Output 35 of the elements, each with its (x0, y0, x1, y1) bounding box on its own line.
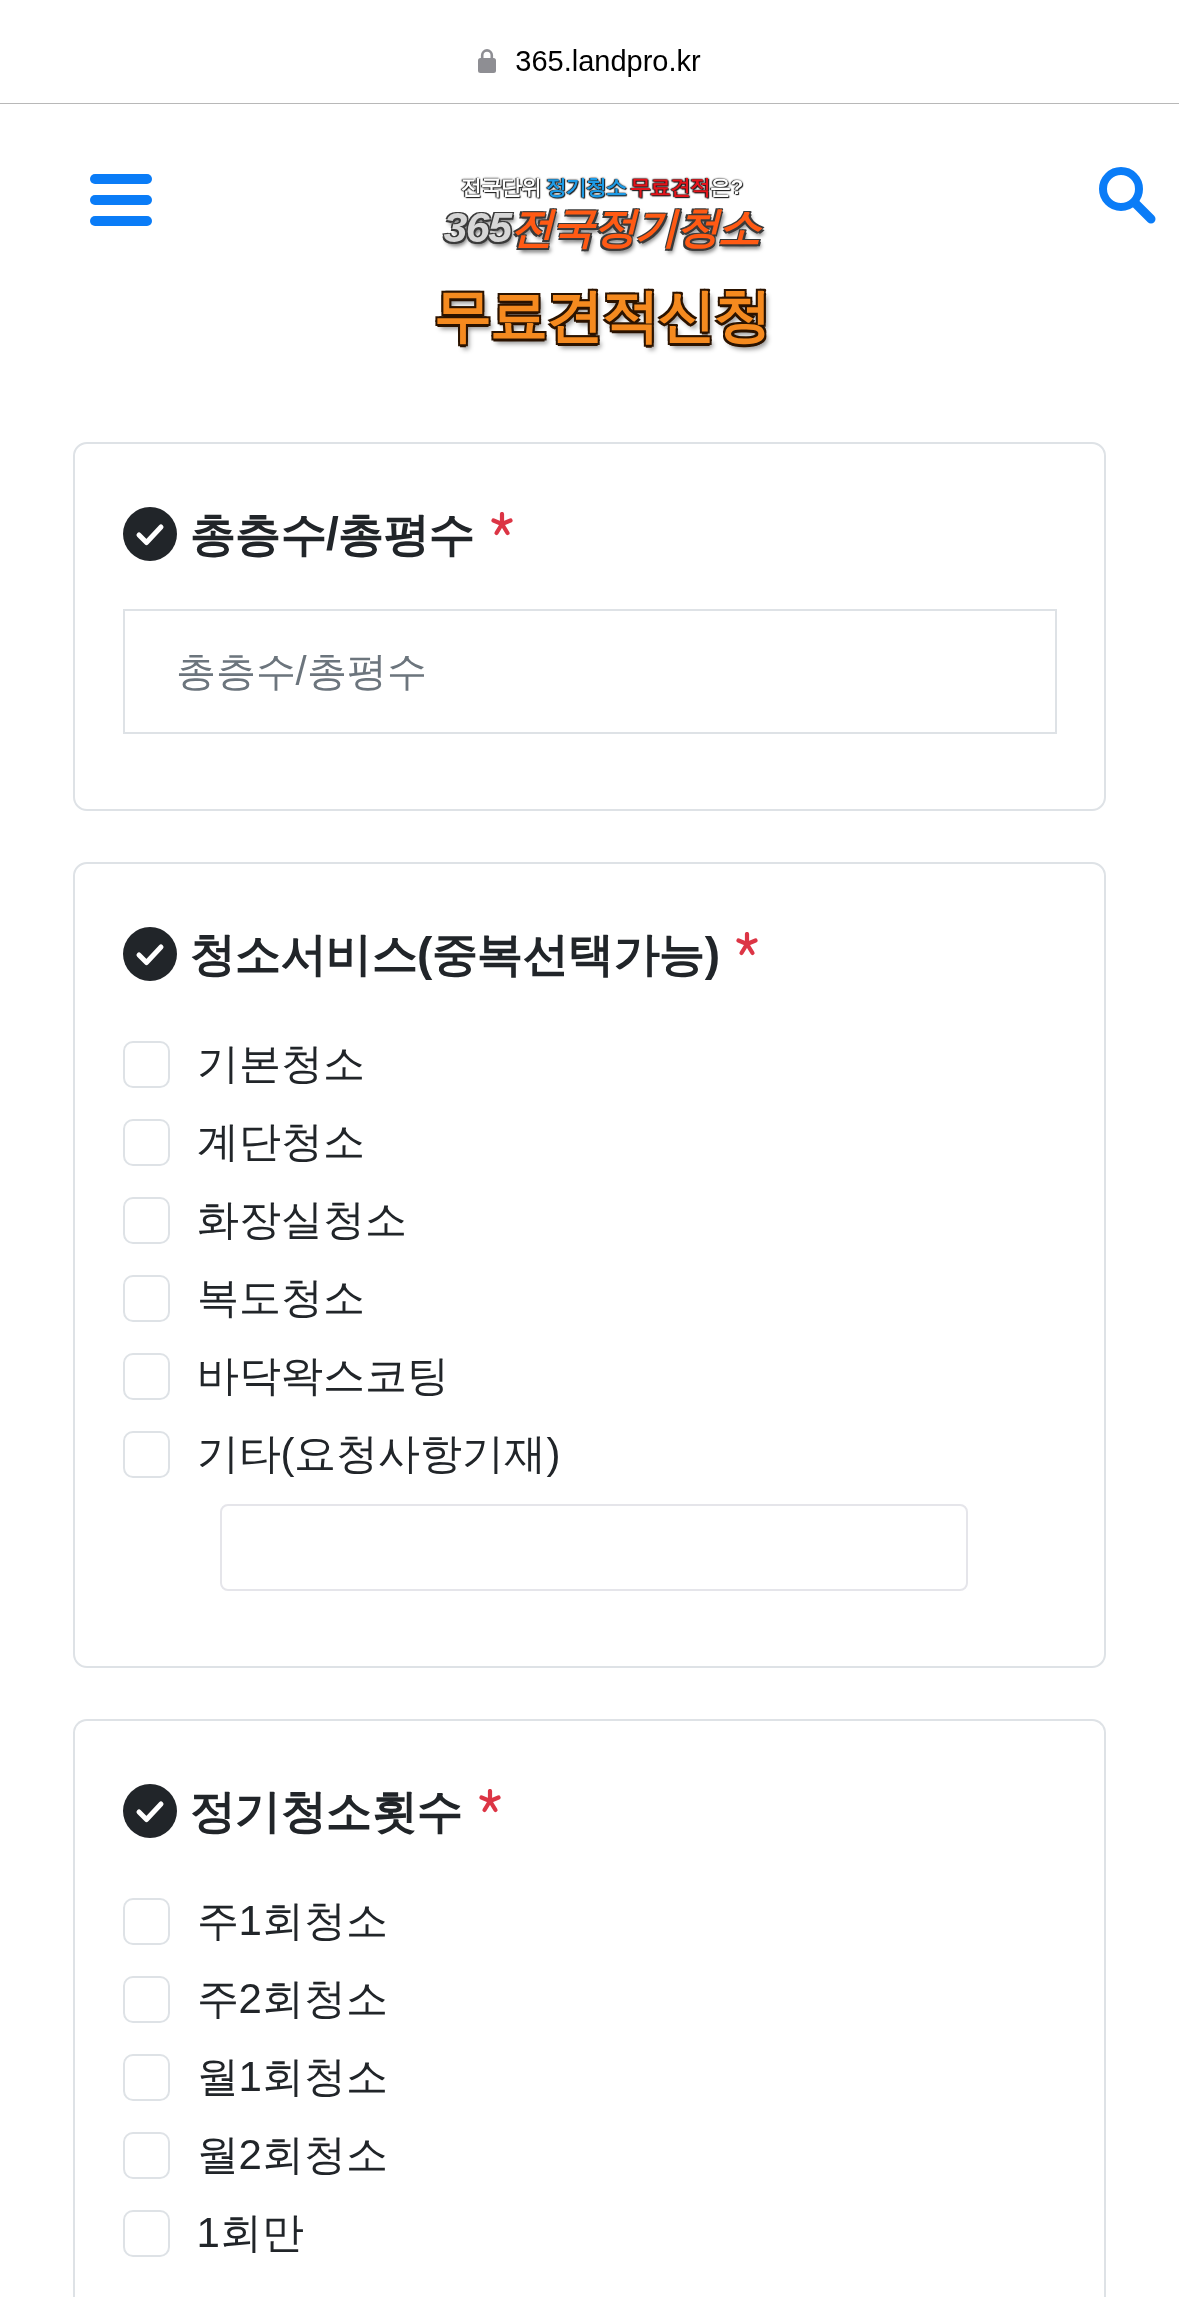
checkbox[interactable] (122, 2053, 170, 2101)
option-label: 복도청소 (196, 1273, 365, 1323)
option-label: 기타(요청사항기재) (196, 1429, 561, 1479)
section-title: 정기청소횟수 (189, 1784, 463, 1838)
checkbox[interactable] (122, 1118, 170, 1166)
checkbox[interactable] (122, 2209, 170, 2257)
menu-icon[interactable] (90, 174, 152, 226)
option-label: 주2회청소 (196, 1974, 388, 2024)
url-text: 365.landpro.kr (515, 43, 701, 78)
checkbox[interactable] (122, 1430, 170, 1478)
option-label: 월1회청소 (196, 2052, 388, 2102)
check-circle-icon (122, 1784, 177, 1838)
section-title: 청소서비스(중복선택가능) (189, 927, 720, 981)
checkbox[interactable] (122, 1196, 170, 1244)
input-field[interactable] (219, 1504, 968, 1591)
check-circle-icon (122, 507, 177, 561)
option-label: 화장실청소 (196, 1195, 407, 1245)
checkbox[interactable] (122, 1040, 170, 1088)
option-label: 바닥왁스코팅 (196, 1351, 449, 1401)
checkbox[interactable] (122, 1975, 170, 2023)
search-icon[interactable] (1098, 166, 1156, 224)
checkbox[interactable] (122, 1897, 170, 1945)
page-title: 무료견적신청 (433, 281, 770, 349)
section-title: 총층수/총평수 (189, 507, 475, 561)
option-label: 계단청소 (196, 1117, 365, 1167)
option-label: 1회만 (196, 2208, 304, 2258)
checkbox[interactable] (122, 1352, 170, 1400)
option-label: 주1회청소 (196, 1896, 388, 1946)
checkbox[interactable] (122, 2131, 170, 2179)
option-label: 기본청소 (196, 1039, 365, 1089)
option-label: 월2회청소 (196, 2130, 388, 2180)
check-circle-icon (122, 927, 177, 981)
checkbox[interactable] (122, 1274, 170, 1322)
input-field[interactable]: 총층수/총평수 (122, 609, 1057, 734)
logo-tagline: 전국단위 정기청소 무료견적은? (460, 174, 743, 201)
